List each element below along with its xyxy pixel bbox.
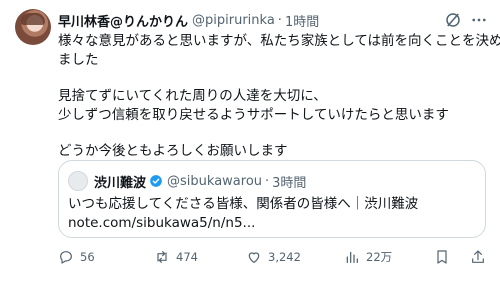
quoted-text: いつも応援してくださる皆様、関係者の皆様へ｜渋川難波 note.com/sibu… xyxy=(68,195,418,233)
more-icon[interactable] xyxy=(470,11,488,29)
post-body: 様々な意見があると思いますが、私たち家族としては前を向くことを決め ました 見捨… xyxy=(58,32,500,161)
author-handle[interactable]: @pipirurinka xyxy=(192,13,275,28)
quoted-link[interactable]: note.com/sibukawa5/n/n5... xyxy=(68,214,418,233)
grok-icon[interactable] xyxy=(444,11,462,29)
reply-button[interactable]: 56 xyxy=(58,246,95,268)
repost-count: 474 xyxy=(176,250,198,264)
body-line: 見捨てずにいてくれた周りの人達を大切に、 xyxy=(58,88,327,104)
quoted-avatar xyxy=(68,171,88,191)
action-bar: 56 474 3,242 22万 xyxy=(58,246,490,268)
post-time[interactable]: 1時間 xyxy=(285,11,319,30)
verified-icon xyxy=(150,175,162,187)
share-icon[interactable] xyxy=(470,249,486,265)
views-button[interactable]: 22万 xyxy=(344,246,392,268)
body-line: どうか今後ともよろしくお願いします xyxy=(58,143,288,159)
quoted-author-name: 渋川難波 xyxy=(94,175,147,191)
quoted-post[interactable]: 渋川難波 @sibukawarou · 3時間 いつも応援してくださる皆様、関係… xyxy=(58,160,486,238)
reply-icon xyxy=(60,251,72,264)
repost-button[interactable]: 474 xyxy=(154,246,198,268)
quoted-header: 渋川難波 @sibukawarou · 3時間 xyxy=(94,170,306,192)
post-header: 早川林香@りんかりん @pipirurinka · 1時間 xyxy=(58,10,319,30)
body-line: 様々な意見があると思いますが、私たち家族としては前を向くことを決め xyxy=(58,33,500,49)
bookmark-icon[interactable] xyxy=(434,249,450,265)
repost-icon xyxy=(157,251,167,263)
avatar[interactable] xyxy=(15,9,51,45)
views-count: 22万 xyxy=(366,250,393,264)
body-line: ました xyxy=(58,52,99,68)
quoted-handle: @sibukawarou xyxy=(167,173,263,189)
separator-dot: · xyxy=(265,173,270,189)
separator-dot: · xyxy=(277,12,282,28)
body-line: 少しずつ信頼を取り戻せるようサポートしていけたらと思います xyxy=(58,107,449,123)
author-name[interactable]: 早川林香@りんかりん xyxy=(58,11,188,30)
quoted-text-line: いつも応援してくださる皆様、関係者の皆様へ｜渋川難波 xyxy=(68,196,419,212)
like-button[interactable]: 3,242 xyxy=(246,246,301,268)
views-icon xyxy=(346,251,358,263)
like-icon xyxy=(248,252,260,263)
like-count: 3,242 xyxy=(268,250,301,264)
reply-count: 56 xyxy=(80,250,95,264)
quoted-time: 3時間 xyxy=(272,175,307,191)
